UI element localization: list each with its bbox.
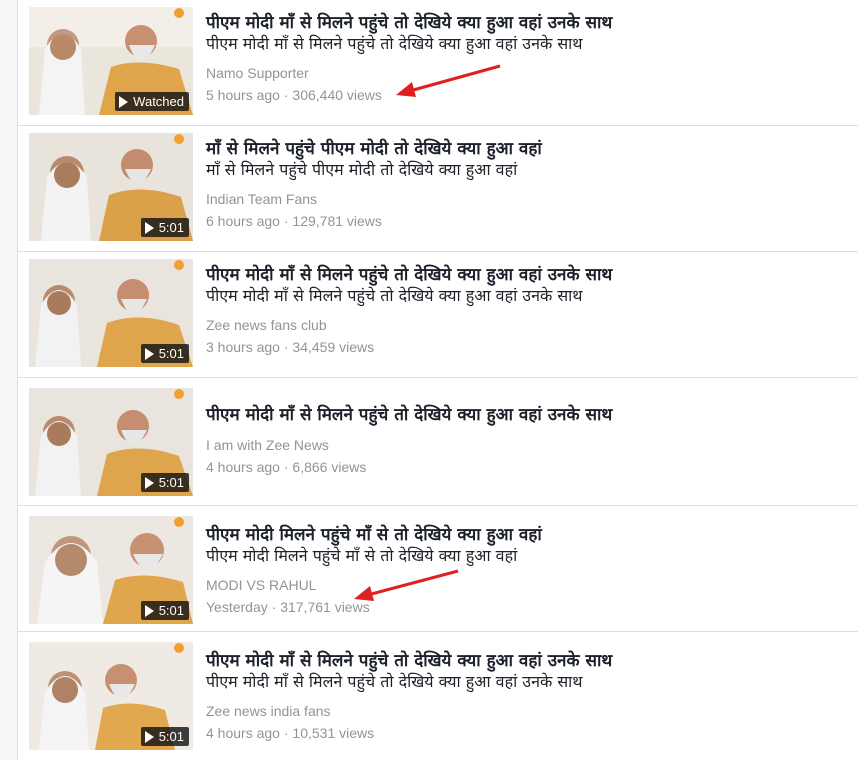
video-meta: 5 hours ago · 306,440 views bbox=[206, 86, 846, 104]
view-count: 34,459 views bbox=[292, 339, 375, 355]
duration-badge: 5:01 bbox=[140, 344, 189, 363]
play-icon bbox=[144, 604, 154, 617]
video-description: पीएम मोदी माँ से मिलने पहुंचे तो देखिये … bbox=[206, 672, 583, 691]
video-item[interactable]: 5:01 माँ से मिलने पहुंचे पीएम मोदी तो दे… bbox=[18, 126, 858, 252]
video-feed: Watched पीएम मोदी माँ से मिलने पहुंचे तो… bbox=[18, 0, 858, 760]
view-count: 129,781 views bbox=[292, 213, 382, 229]
video-thumbnail[interactable]: 5:01 bbox=[29, 388, 193, 496]
video-item[interactable]: 5:01 पीएम मोदी माँ से मिलने पहुंचे तो दे… bbox=[18, 252, 858, 378]
duration-badge: 5:01 bbox=[140, 473, 189, 492]
meta-separator: · bbox=[283, 459, 289, 475]
view-count: 10,531 views bbox=[292, 725, 375, 741]
view-count: 317,761 views bbox=[280, 599, 370, 615]
video-title[interactable]: पीएम मोदी माँ से मिलने पहुंचे तो देखिये … bbox=[206, 264, 846, 286]
video-title[interactable]: पीएम मोदी माँ से मिलने पहुंचे तो देखिये … bbox=[206, 404, 846, 426]
upload-time: Yesterday bbox=[206, 599, 268, 615]
play-icon bbox=[144, 347, 154, 360]
badge-label: 5:01 bbox=[158, 475, 184, 490]
left-rail bbox=[0, 0, 18, 760]
video-thumbnail[interactable]: 5:01 bbox=[29, 259, 193, 367]
meta-separator: · bbox=[283, 87, 289, 103]
duration-badge: 5:01 bbox=[140, 218, 189, 237]
play-icon bbox=[119, 95, 129, 108]
video-thumbnail[interactable]: 5:01 bbox=[29, 642, 193, 750]
meta-separator: · bbox=[271, 599, 277, 615]
duration-badge: 5:01 bbox=[140, 727, 189, 746]
channel-name[interactable]: Indian Team Fans bbox=[206, 190, 846, 208]
play-icon bbox=[144, 476, 154, 489]
video-title[interactable]: पीएम मोदी मिलने पहुंचे माँ से तो देखिये … bbox=[206, 524, 846, 546]
play-icon bbox=[144, 221, 154, 234]
badge-label: 5:01 bbox=[158, 729, 184, 744]
video-meta: 3 hours ago · 34,459 views bbox=[206, 338, 846, 356]
badge-label: Watched bbox=[133, 94, 184, 109]
duration-badge: 5:01 bbox=[140, 601, 189, 620]
video-meta: 4 hours ago · 10,531 views bbox=[206, 724, 846, 742]
view-count: 6,866 views bbox=[292, 459, 367, 475]
upload-time: 4 hours ago bbox=[206, 459, 280, 475]
video-title[interactable]: पीएम मोदी माँ से मिलने पहुंचे तो देखिये … bbox=[206, 12, 846, 34]
meta-separator: · bbox=[283, 339, 289, 355]
video-description: पीएम मोदी माँ से मिलने पहुंचे तो देखिये … bbox=[206, 34, 583, 53]
video-description: पीएम मोदी माँ से मिलने पहुंचे तो देखिये … bbox=[206, 286, 583, 305]
badge-label: 5:01 bbox=[158, 346, 184, 361]
watched-badge: Watched bbox=[115, 92, 189, 111]
video-meta: 4 hours ago · 6,866 views bbox=[206, 458, 846, 476]
video-thumbnail[interactable]: 5:01 bbox=[29, 133, 193, 241]
badge-label: 5:01 bbox=[158, 603, 184, 618]
upload-time: 3 hours ago bbox=[206, 339, 280, 355]
video-item[interactable]: 5:01 पीएम मोदी माँ से मिलने पहुंचे तो दे… bbox=[18, 378, 858, 506]
video-thumbnail[interactable]: 5:01 bbox=[29, 516, 193, 624]
upload-time: 6 hours ago bbox=[206, 213, 280, 229]
upload-time: 4 hours ago bbox=[206, 725, 280, 741]
meta-separator: · bbox=[283, 725, 289, 741]
channel-name[interactable]: Zee news fans club bbox=[206, 316, 846, 334]
channel-name[interactable]: I am with Zee News bbox=[206, 436, 846, 454]
play-icon bbox=[144, 730, 154, 743]
video-meta: 6 hours ago · 129,781 views bbox=[206, 212, 846, 230]
video-title[interactable]: पीएम मोदी माँ से मिलने पहुंचे तो देखिये … bbox=[206, 650, 846, 672]
channel-name[interactable]: Namo Supporter bbox=[206, 64, 846, 82]
video-meta: Yesterday · 317,761 views bbox=[206, 598, 846, 616]
meta-separator: · bbox=[283, 213, 289, 229]
badge-label: 5:01 bbox=[158, 220, 184, 235]
view-count: 306,440 views bbox=[292, 87, 382, 103]
video-description: पीएम मोदी मिलने पहुंचे माँ से तो देखिये … bbox=[206, 546, 518, 565]
video-thumbnail[interactable]: Watched bbox=[29, 7, 193, 115]
channel-name[interactable]: MODI VS RAHUL bbox=[206, 576, 846, 594]
video-description: माँ से मिलने पहुंचे पीएम मोदी तो देखिये … bbox=[206, 160, 518, 179]
video-item[interactable]: 5:01 पीएम मोदी माँ से मिलने पहुंचे तो दे… bbox=[18, 632, 858, 760]
upload-time: 5 hours ago bbox=[206, 87, 280, 103]
video-item[interactable]: 5:01 पीएम मोदी मिलने पहुंचे माँ से तो दे… bbox=[18, 506, 858, 632]
video-title[interactable]: माँ से मिलने पहुंचे पीएम मोदी तो देखिये … bbox=[206, 138, 846, 160]
channel-name[interactable]: Zee news india fans bbox=[206, 702, 846, 720]
video-item[interactable]: Watched पीएम मोदी माँ से मिलने पहुंचे तो… bbox=[18, 0, 858, 126]
